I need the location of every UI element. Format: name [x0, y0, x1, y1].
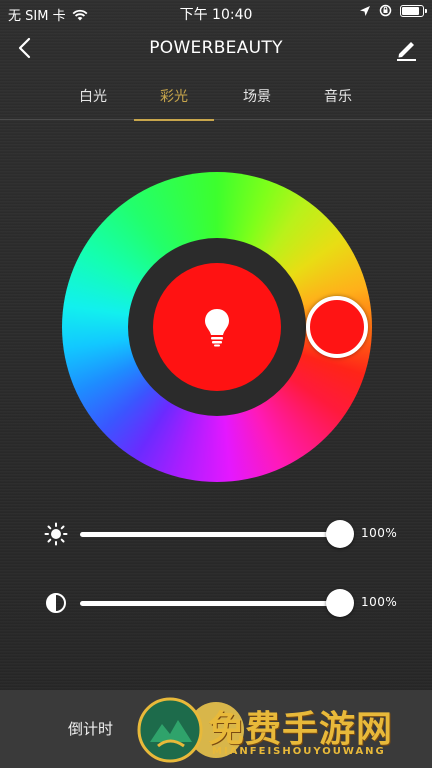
brightness-value: 100% [361, 526, 398, 540]
saturation-track[interactable] [80, 601, 340, 606]
brightness-slider-row: 100% [0, 514, 432, 554]
tab-color-light[interactable]: 彩光 [134, 76, 214, 121]
orientation-lock-icon [379, 4, 392, 17]
tab-scene[interactable]: 场景 [217, 76, 297, 120]
contrast-icon [46, 593, 66, 613]
saturation-thumb[interactable] [326, 589, 354, 617]
watermark-subtext: MIANFEISHOUYOUWANG [212, 746, 386, 757]
tab-music[interactable]: 音乐 [298, 76, 378, 120]
tab-white-light[interactable]: 白光 [53, 76, 133, 120]
nav-header: POWERBEAUTY [0, 26, 432, 72]
timer-button[interactable]: 倒计时 [68, 718, 113, 739]
hue-picker-knob[interactable] [306, 296, 368, 358]
brightness-track[interactable] [80, 532, 340, 537]
saturation-value: 100% [361, 595, 398, 609]
color-wheel[interactable] [62, 172, 372, 482]
lightbulb-icon [205, 309, 229, 347]
status-bar: 无 SIM 卡 下午 10:40 [0, 0, 432, 26]
sun-icon [44, 522, 68, 546]
watermark-text: 免费手游网 [208, 709, 394, 750]
watermark-logo-icon [137, 697, 203, 763]
selected-color-preview[interactable] [153, 263, 281, 391]
location-arrow-icon [360, 5, 370, 16]
watermark: 免费手游网 MIANFEISHOUYOUWANG [136, 696, 426, 766]
pencil-icon[interactable] [392, 34, 420, 62]
brightness-thumb[interactable] [326, 520, 354, 548]
mode-tabs: 白光 彩光 场景 音乐 [0, 76, 432, 121]
battery-icon [400, 4, 427, 17]
app-screen: 无 SIM 卡 下午 10:40 POWERBEAUTY 白光 彩光 场景 音乐… [0, 0, 432, 768]
page-title: POWERBEAUTY [149, 38, 283, 58]
saturation-slider-row: 100% [0, 583, 432, 623]
